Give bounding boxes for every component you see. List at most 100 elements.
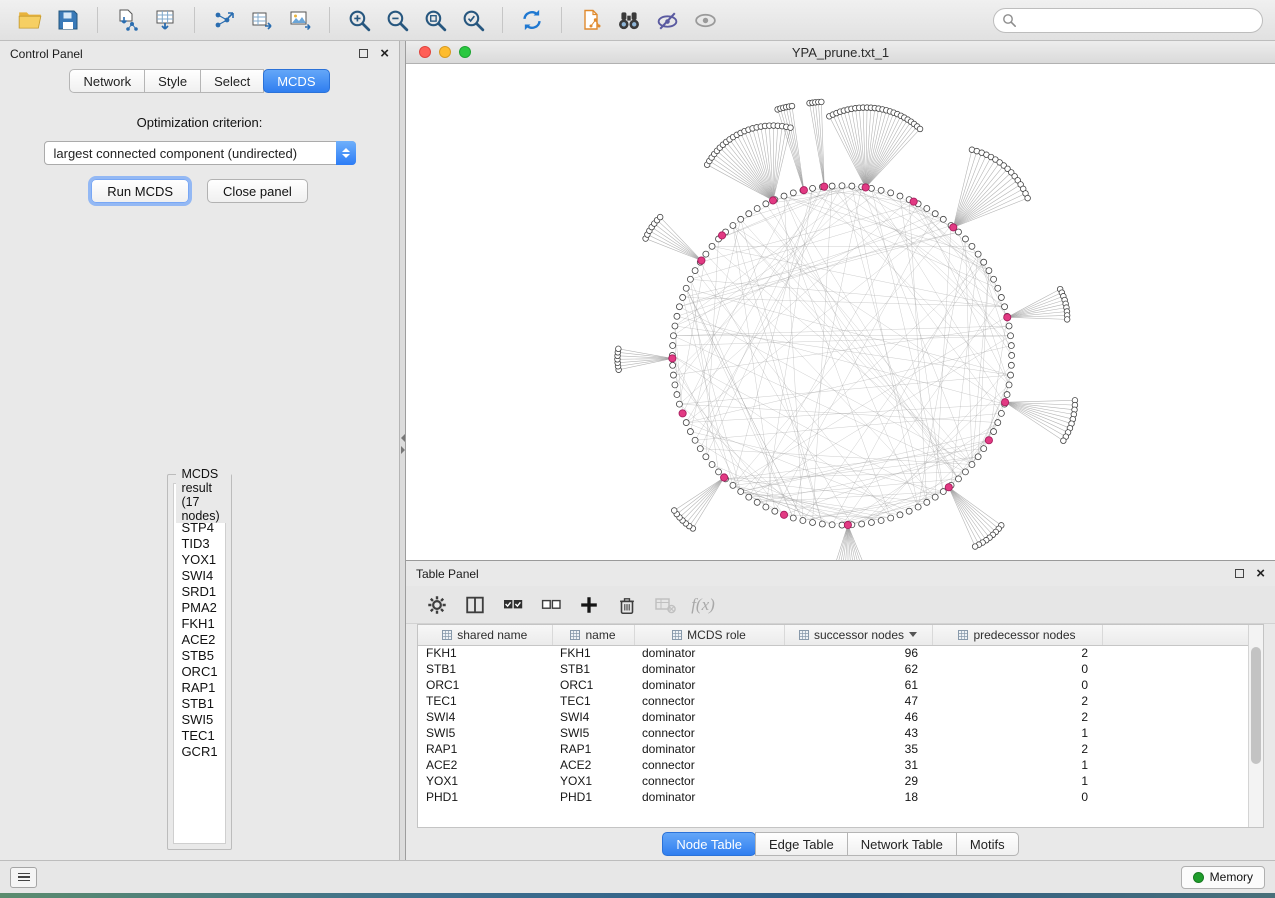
network-canvas[interactable]	[406, 64, 1275, 560]
hamburger-icon	[18, 873, 30, 875]
mcds-result-item[interactable]: STB5	[181, 648, 217, 664]
mcds-result-item[interactable]: SWI4	[181, 568, 217, 584]
run-mcds-button[interactable]: Run MCDS	[91, 179, 189, 203]
zoom-out-button[interactable]	[379, 4, 415, 36]
toolbar-separator	[561, 7, 562, 33]
tab-mcds[interactable]: MCDS	[263, 69, 329, 93]
close-window-icon[interactable]	[419, 46, 431, 58]
tab-select[interactable]: Select	[200, 69, 264, 93]
column-header-predecessor-nodes[interactable]: predecessor nodes	[932, 625, 1102, 645]
deselect-all-button[interactable]	[536, 591, 566, 619]
float-table-panel-icon[interactable]	[1235, 569, 1244, 578]
main-toolbar	[0, 0, 1275, 41]
table-row[interactable]: ORC1ORC1dominator610	[418, 677, 1248, 693]
close-table-panel-icon[interactable]: ×	[1256, 569, 1265, 578]
mcds-result-item[interactable]: SRD1	[181, 584, 217, 600]
mcds-result-item[interactable]: PMA2	[181, 600, 217, 616]
zoom-fit-icon	[423, 8, 448, 33]
zoom-fit-button[interactable]	[417, 4, 453, 36]
mcds-result-item[interactable]: RAP1	[181, 680, 217, 696]
save-session-button[interactable]	[50, 4, 86, 36]
apply-layout-button[interactable]	[514, 4, 550, 36]
zoom-in-button[interactable]	[341, 4, 377, 36]
table-row[interactable]: ACE2ACE2connector311	[418, 757, 1248, 773]
mcds-result-item[interactable]: FKH1	[181, 616, 217, 632]
show-hide-button[interactable]	[687, 4, 723, 36]
select-all-button[interactable]	[498, 591, 528, 619]
table-row[interactable]: RAP1RAP1dominator352	[418, 741, 1248, 757]
close-panel-button[interactable]: Close panel	[207, 179, 308, 203]
mcds-result-item[interactable]: ORC1	[181, 664, 217, 680]
find-button[interactable]	[611, 4, 647, 36]
toggle-graphics-details-button[interactable]	[649, 4, 685, 36]
scrollbar-thumb[interactable]	[1251, 647, 1261, 764]
table-vertical-scrollbar[interactable]	[1248, 625, 1263, 827]
tab-edge-table[interactable]: Edge Table	[755, 832, 848, 856]
minimize-window-icon[interactable]	[439, 46, 451, 58]
table-row[interactable]: SWI5SWI5connector431	[418, 725, 1248, 741]
open-session-button[interactable]	[12, 4, 48, 36]
binoculars-icon	[616, 7, 642, 33]
close-panel-icon[interactable]: ×	[380, 49, 389, 58]
memory-label: Memory	[1210, 870, 1253, 884]
export-image-button[interactable]	[282, 4, 318, 36]
panel-resize-sash[interactable]	[399, 41, 406, 860]
memory-button[interactable]: Memory	[1181, 866, 1265, 889]
toggle-column-display-button[interactable]	[460, 591, 490, 619]
node-table-scroll-area[interactable]: shared name name MCDS role successor nod…	[418, 625, 1248, 827]
new-network-from-selection-button[interactable]	[573, 4, 609, 36]
collapse-right-icon[interactable]	[401, 446, 405, 454]
maximize-window-icon[interactable]	[459, 46, 471, 58]
import-network-button[interactable]	[109, 4, 145, 36]
mcds-result-item[interactable]: ACE2	[181, 632, 217, 648]
column-menu-icon	[442, 630, 452, 640]
column-header-shared-name[interactable]: shared name	[418, 625, 552, 645]
column-header-name[interactable]: name	[552, 625, 634, 645]
dropdown-stepper-icon	[336, 141, 356, 165]
table-row[interactable]: YOX1YOX1connector291	[418, 773, 1248, 789]
import-table-button[interactable]	[147, 4, 183, 36]
table-row[interactable]: STB1STB1dominator620	[418, 661, 1248, 677]
column-header-mcds-role[interactable]: MCDS role	[634, 625, 784, 645]
mcds-result-item[interactable]: GCR1	[181, 744, 217, 760]
table-row[interactable]: SWI4SWI4dominator462	[418, 709, 1248, 725]
table-row[interactable]: PHD1PHD1dominator180	[418, 789, 1248, 805]
delete-column-button[interactable]	[612, 591, 642, 619]
column-menu-icon	[958, 630, 968, 640]
status-menu-button[interactable]	[10, 867, 37, 888]
column-header-successor-nodes[interactable]: successor nodes	[784, 625, 932, 645]
mcds-result-list[interactable]: PHD1CAR1STP4TID3YOX1SWI4SRD1PMA2FKH1ACE2…	[173, 483, 225, 844]
collapse-left-icon[interactable]	[401, 434, 405, 442]
control-panel-title: Control Panel	[10, 47, 83, 61]
mcds-result-item[interactable]: STB1	[181, 696, 217, 712]
float-panel-icon[interactable]	[359, 49, 368, 58]
mcds-result-item[interactable]: YOX1	[181, 552, 217, 568]
export-network-button[interactable]	[206, 4, 242, 36]
network-canvas-svg	[406, 64, 1275, 560]
mcds-result-item[interactable]: TID3	[181, 536, 217, 552]
column-menu-icon	[799, 630, 809, 640]
zoom-selected-icon	[461, 8, 486, 33]
table-row[interactable]: TEC1TEC1connector472	[418, 693, 1248, 709]
network-window-titlebar[interactable]: YPA_prune.txt_1	[406, 41, 1275, 64]
criterion-dropdown[interactable]: largest connected component (undirected)	[44, 141, 356, 165]
table-settings-button[interactable]	[422, 591, 452, 619]
search-input[interactable]	[993, 8, 1263, 33]
mcds-result-item[interactable]: TEC1	[181, 728, 217, 744]
tab-style[interactable]: Style	[144, 69, 201, 93]
delete-table-icon	[653, 593, 677, 617]
tab-motifs[interactable]: Motifs	[956, 832, 1019, 856]
network-window: YPA_prune.txt_1	[406, 41, 1275, 561]
export-table-button[interactable]	[244, 4, 280, 36]
tab-network-table[interactable]: Network Table	[847, 832, 957, 856]
table-row[interactable]: FKH1FKH1dominator962	[418, 645, 1248, 661]
columns-icon	[464, 594, 486, 616]
zoom-selected-button[interactable]	[455, 4, 491, 36]
import-network-icon	[115, 8, 139, 32]
gear-icon	[426, 594, 448, 616]
tab-node-table[interactable]: Node Table	[662, 832, 756, 856]
tab-network[interactable]: Network	[69, 69, 145, 93]
sort-caret-icon	[909, 632, 917, 637]
add-column-button[interactable]	[574, 591, 604, 619]
mcds-result-item[interactable]: SWI5	[181, 712, 217, 728]
